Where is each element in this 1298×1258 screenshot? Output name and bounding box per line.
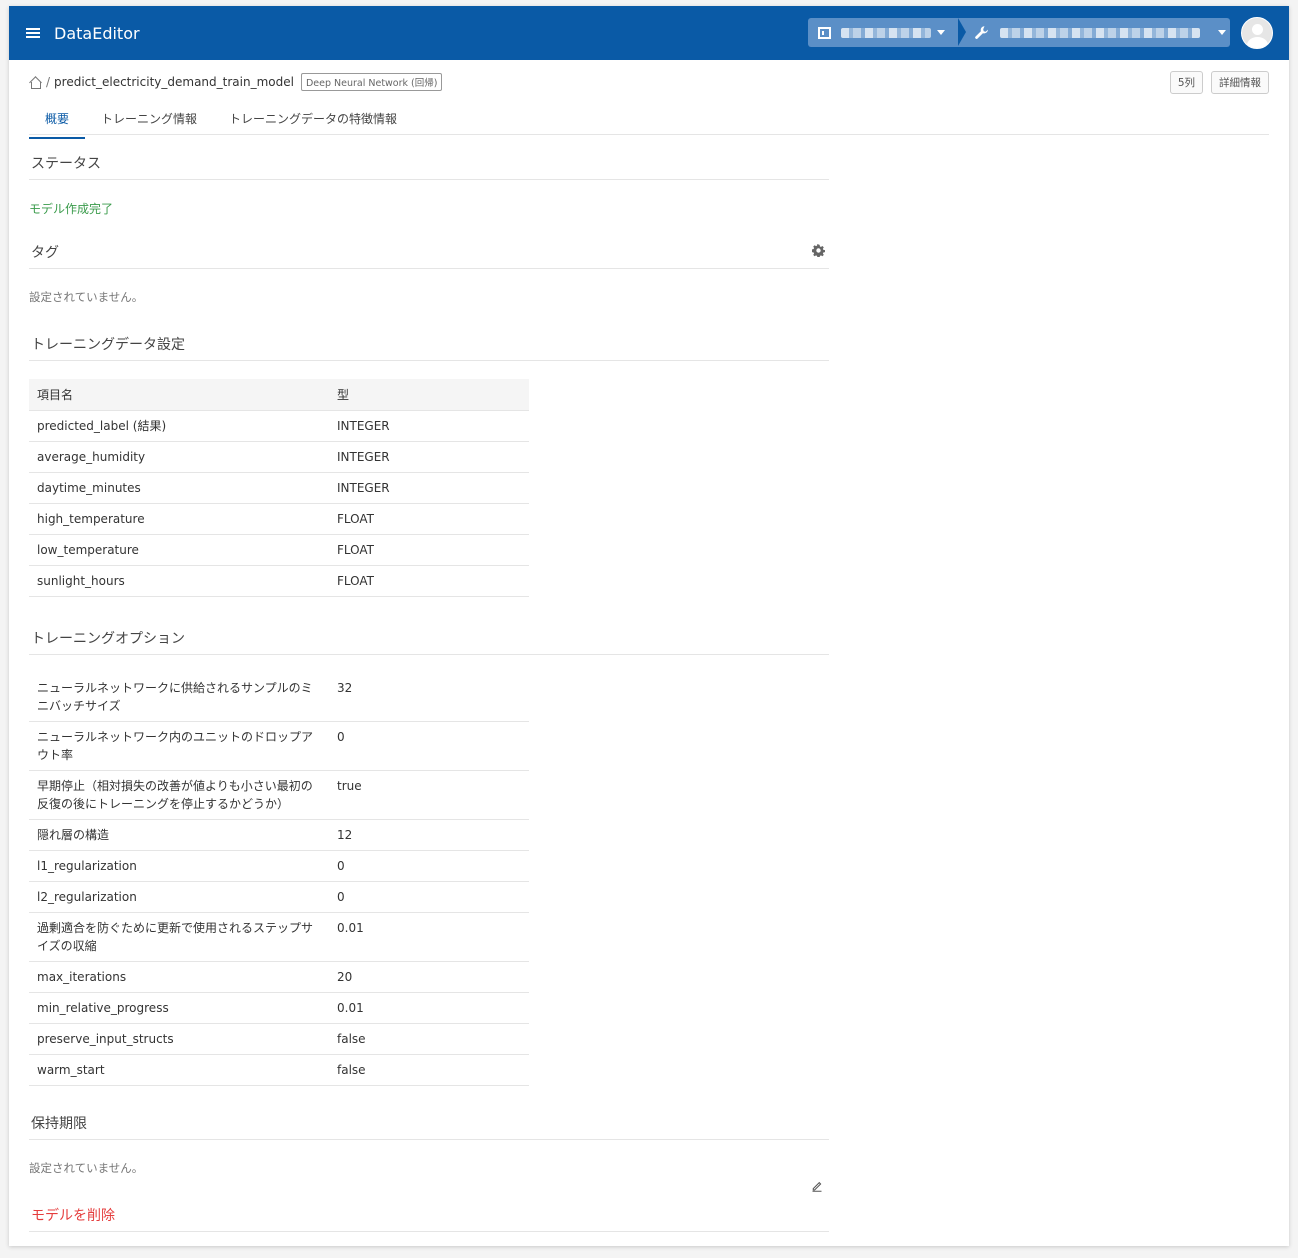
field-name: daytime_minutes [29, 472, 329, 504]
training-options-table: ニューラルネットワークに供給されるサンプルのミニバッチサイズ 32 ニューラルネッ… [29, 672, 529, 1086]
option-value: 0.01 [329, 912, 529, 962]
table-row: 過剰適合を防ぐために更新で使用されるステップサイズの収縮 0.01 [29, 912, 529, 962]
caret-down-icon [937, 30, 945, 35]
home-icon[interactable] [29, 77, 41, 89]
field-type: INTEGER [329, 410, 529, 442]
field-name: average_humidity [29, 441, 329, 473]
wrench-icon [975, 25, 988, 39]
details-button[interactable]: 詳細情報 [1211, 71, 1269, 94]
option-name: min_relative_progress [29, 992, 329, 1024]
training-data-table: 項目名 型 predicted_label (結果) INTEGER averag… [29, 379, 529, 597]
option-value: 0 [329, 881, 529, 913]
table-row: high_temperature FLOAT [29, 503, 529, 535]
tags-empty-text: 設定されていません。 [29, 290, 144, 304]
option-name: preserve_input_structs [29, 1023, 329, 1055]
table-row: low_temperature FLOAT [29, 534, 529, 566]
table-row: l1_regularization 0 [29, 850, 529, 882]
overview-content: ステータス モデル作成完了 タグ 設定されていません。 トレーニングデータ設定 … [29, 146, 829, 1246]
training-data-section-title: トレーニングデータ設定 [29, 327, 829, 361]
option-name: l2_regularization [29, 881, 329, 913]
table-row: preserve_input_structs false [29, 1023, 529, 1055]
option-name: max_iterations [29, 961, 329, 993]
status-value: モデル作成完了 [29, 202, 114, 216]
caret-down-icon [1218, 30, 1226, 35]
field-name: low_temperature [29, 534, 329, 566]
user-avatar[interactable] [1241, 17, 1273, 49]
table-row: sunlight_hours FLOAT [29, 565, 529, 597]
option-value: false [329, 1023, 529, 1055]
organization-selector[interactable] [808, 18, 958, 47]
field-type: INTEGER [329, 441, 529, 473]
table-row: 早期停止（相対損失の改善が値よりも小さい最初の反復の後にトレーニングを停止するか… [29, 770, 529, 820]
model-name: predict_electricity_demand_train_model [54, 75, 294, 89]
project-name-redacted [1000, 27, 1200, 38]
option-name: warm_start [29, 1054, 329, 1086]
status-section-title: ステータス [29, 146, 829, 180]
option-value: 0 [329, 850, 529, 882]
top-bar: DataEditor [9, 6, 1289, 60]
field-type: FLOAT [329, 503, 529, 535]
option-value: false [329, 1054, 529, 1086]
option-value: true [329, 770, 529, 820]
field-type: FLOAT [329, 534, 529, 566]
retention-row: 設定されていません。 [29, 1160, 829, 1192]
field-name: sunlight_hours [29, 565, 329, 597]
context-selector [808, 18, 1230, 47]
field-name: predicted_label (結果) [29, 410, 329, 442]
tags-title-label: タグ [31, 245, 59, 261]
columns-button[interactable]: 5列 [1169, 71, 1203, 94]
option-value: 12 [329, 819, 529, 851]
option-name: 隠れ層の構造 [29, 819, 329, 851]
option-name: ニューラルネットワーク内のユニットのドロップアウト率 [29, 721, 329, 771]
model-type-badge: Deep Neural Network (回帰) [300, 73, 443, 91]
table-row: predicted_label (結果) INTEGER [29, 410, 529, 442]
tab-training-data-features[interactable]: トレーニングデータの特徴情報 [213, 108, 413, 134]
option-name: l1_regularization [29, 850, 329, 882]
field-type: INTEGER [329, 472, 529, 504]
retention-section-title: 保持期限 [29, 1106, 829, 1140]
gear-icon[interactable] [812, 244, 825, 257]
column-header-name: 項目名 [29, 379, 329, 411]
delete-model-section-title: モデルを削除 [29, 1198, 829, 1232]
tags-section-title: タグ [29, 235, 829, 269]
table-row: l2_regularization 0 [29, 881, 529, 913]
option-value: 32 [329, 672, 529, 722]
table-row: max_iterations 20 [29, 961, 529, 993]
table-row: ニューラルネットワーク内のユニットのドロップアウト率 0 [29, 721, 529, 771]
option-value: 20 [329, 961, 529, 993]
building-icon [818, 26, 831, 39]
option-name: 早期停止（相対損失の改善が値よりも小さい最初の反復の後にトレーニングを停止するか… [29, 770, 329, 820]
column-header-type: 型 [329, 379, 529, 411]
field-type: FLOAT [329, 565, 529, 597]
table-row: average_humidity INTEGER [29, 441, 529, 473]
app-window: DataEditor / predict_electricity_demand_… [9, 6, 1289, 1246]
table-row: ニューラルネットワークに供給されるサンプルのミニバッチサイズ 32 [29, 672, 529, 722]
option-name: 過剰適合を防ぐために更新で使用されるステップサイズの収縮 [29, 912, 329, 962]
hamburger-menu-icon[interactable] [26, 27, 40, 39]
app-title: DataEditor [54, 23, 140, 43]
table-header-row: 項目名 型 [29, 379, 529, 411]
tab-training-info[interactable]: トレーニング情報 [85, 108, 213, 134]
option-value: 0 [329, 721, 529, 771]
breadcrumb: / predict_electricity_demand_train_model… [29, 71, 1269, 94]
tab-overview[interactable]: 概要 [29, 108, 86, 139]
breadcrumb-separator: / [46, 75, 51, 89]
option-name: ニューラルネットワークに供給されるサンプルのミニバッチサイズ [29, 672, 329, 722]
training-options-section-title: トレーニングオプション [29, 621, 829, 655]
tab-bar: 概要 トレーニング情報 トレーニングデータの特徴情報 [29, 108, 1269, 139]
table-row: min_relative_progress 0.01 [29, 992, 529, 1024]
field-name: high_temperature [29, 503, 329, 535]
table-row: daytime_minutes INTEGER [29, 472, 529, 504]
organization-name-redacted [841, 27, 931, 38]
retention-empty-text: 設定されていません。 [29, 1160, 144, 1175]
table-row: 隠れ層の構造 12 [29, 819, 529, 851]
table-row: warm_start false [29, 1054, 529, 1086]
pencil-icon[interactable] [811, 1180, 823, 1192]
option-value: 0.01 [329, 992, 529, 1024]
project-selector[interactable] [958, 18, 1230, 47]
